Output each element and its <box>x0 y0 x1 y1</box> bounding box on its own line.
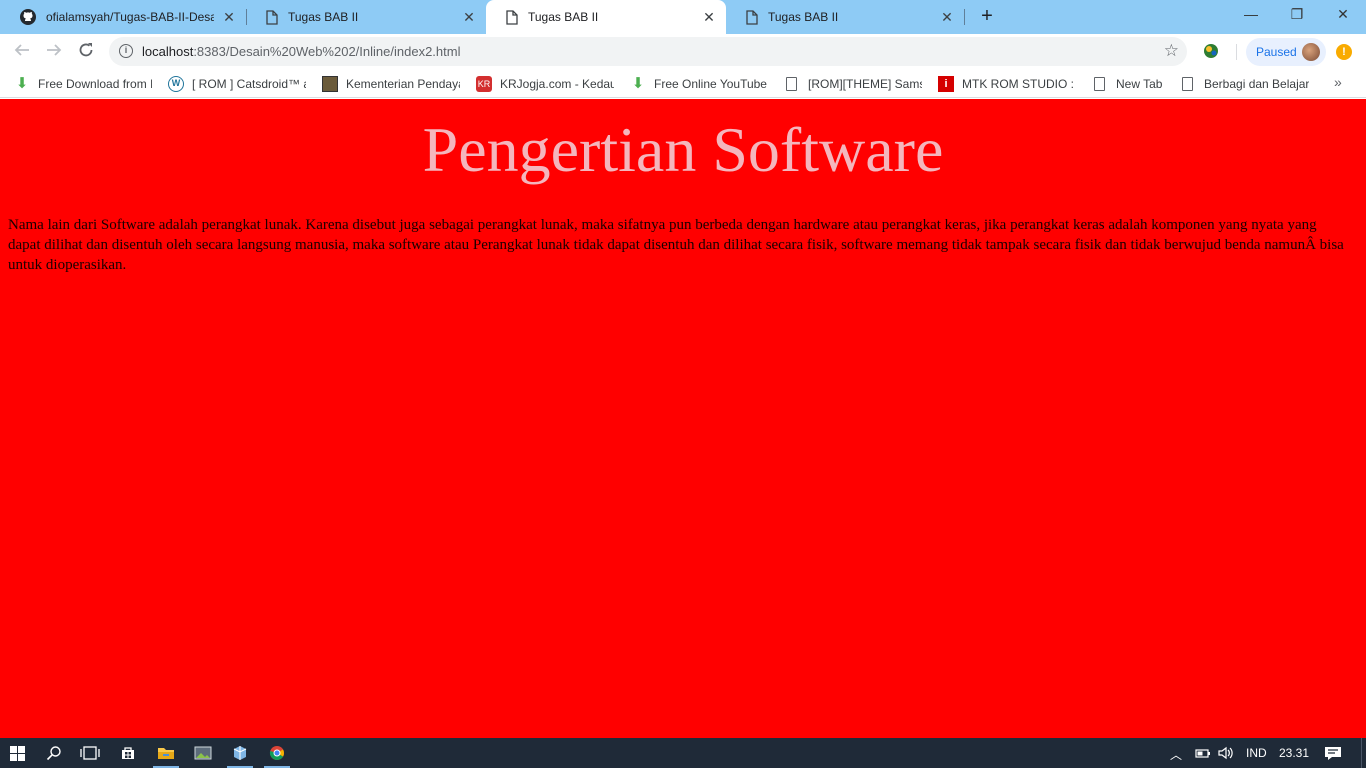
page-icon <box>1094 77 1105 91</box>
taskbar: ︿ IND 23.31 <box>0 738 1366 768</box>
photo-app-icon <box>194 746 212 760</box>
bookmark-label: New Tab <box>1116 77 1163 91</box>
tab-title: Tugas BAB II <box>528 10 599 24</box>
notification-center-icon[interactable] <box>1324 746 1342 761</box>
clock[interactable]: 23.31 <box>1279 746 1309 760</box>
restore-button[interactable]: ❐ <box>1274 0 1320 30</box>
bookmark-item[interactable]: W [ ROM ] Catsdroid™ a <box>168 76 306 92</box>
new-tab-button[interactable]: + <box>976 6 998 28</box>
task-view-icon <box>80 746 100 760</box>
star-icon[interactable]: ☆ <box>1164 41 1179 61</box>
forward-button[interactable] <box>42 40 66 64</box>
bookmark-label: MTK ROM STUDIO : C <box>962 77 1078 91</box>
reload-button[interactable] <box>74 40 98 64</box>
close-icon[interactable]: ✕ <box>222 10 236 24</box>
profile-button[interactable]: Paused <box>1246 38 1326 66</box>
url-path: :8383/Desain%20Web%202/Inline/index2.htm… <box>193 44 461 59</box>
url-host: localhost <box>142 44 194 59</box>
tab-title: Tugas BAB II <box>288 10 359 24</box>
bookmark-item[interactable]: Kementerian Pendaya <box>322 76 460 92</box>
download-icon: ⬇ <box>15 76 29 92</box>
page-viewport: Pengertian Software Nama lain dari Softw… <box>0 99 1366 738</box>
task-view-button[interactable] <box>72 738 108 768</box>
search-button[interactable] <box>36 738 72 768</box>
reload-icon <box>79 43 93 57</box>
show-desktop-button[interactable] <box>1361 738 1366 768</box>
mtk-icon: i <box>938 76 954 92</box>
tab-title: ofialamsyah/Tugas-BAB-II-Desain <box>46 10 214 24</box>
bookmark-item[interactable]: Berbagi dan Belajar <box>1180 76 1310 92</box>
input-language-indicator[interactable]: IND <box>1246 746 1267 760</box>
info-icon[interactable]: i <box>119 44 133 58</box>
page-icon <box>746 9 758 25</box>
url-text[interactable]: localhost:8383/Desain%20Web%202/Inline/i… <box>142 44 460 59</box>
bookmark-label: Free Download from I <box>38 77 152 91</box>
minimize-button[interactable]: — <box>1228 0 1274 30</box>
address-bar[interactable]: i localhost:8383/Desain%20Web%202/Inline… <box>109 37 1187 66</box>
tab-tugas-bab-2-active[interactable]: Tugas BAB II ✕ <box>486 0 726 34</box>
bookmark-label: Kementerian Pendaya <box>346 77 460 91</box>
store-icon <box>122 747 134 759</box>
battery-icon[interactable] <box>1195 747 1211 759</box>
krjogja-icon: KR <box>476 76 492 92</box>
bookmarks-overflow-button[interactable]: » <box>1334 74 1342 90</box>
virtualbox-button[interactable] <box>222 738 258 768</box>
close-icon[interactable]: ✕ <box>940 10 954 24</box>
bookmark-item[interactable]: ⬇ Free Online YouTube <box>630 76 768 92</box>
page-icon <box>506 9 518 25</box>
bookmark-label: Free Online YouTube <box>654 77 767 91</box>
tab-github[interactable]: ofialamsyah/Tugas-BAB-II-Desain ✕ <box>0 0 246 34</box>
page-icon <box>266 9 278 25</box>
browser-toolbar: i localhost:8383/Desain%20Web%202/Inline… <box>0 34 1366 70</box>
bookmark-label: [ROM][THEME] Sams <box>808 77 922 91</box>
arrow-left-icon <box>14 44 29 56</box>
wordpress-icon: W <box>168 76 184 92</box>
file-explorer-button[interactable] <box>148 738 184 768</box>
tab-tugas-bab-2-a[interactable]: Tugas BAB II ✕ <box>246 0 486 34</box>
bookmarks-bar: ⬇ Free Download from I W [ ROM ] Catsdroid… <box>0 70 1366 98</box>
windows-logo-icon <box>10 746 25 761</box>
toolbar-divider <box>1236 44 1237 60</box>
page-icon <box>786 77 797 91</box>
store-button[interactable] <box>110 738 146 768</box>
bookmark-item[interactable]: ⬇ Free Download from I <box>14 76 152 92</box>
tab-title: Tugas BAB II <box>768 10 839 24</box>
close-window-button[interactable]: ✕ <box>1320 0 1366 30</box>
chrome-menu-alert-icon[interactable]: ! <box>1336 44 1352 60</box>
volume-icon[interactable] <box>1217 745 1235 761</box>
tab-tugas-bab-2-b[interactable]: Tugas BAB II ✕ <box>726 0 964 34</box>
bookmark-item[interactable]: New Tab <box>1092 76 1168 92</box>
virtualbox-icon <box>233 746 247 760</box>
photo-app-button[interactable] <box>185 738 221 768</box>
file-explorer-icon <box>158 748 174 759</box>
github-icon <box>20 9 36 25</box>
download-icon: ⬇ <box>631 76 645 92</box>
close-icon[interactable]: ✕ <box>702 10 716 24</box>
start-button[interactable] <box>0 738 36 768</box>
bookmark-item[interactable]: KR KRJogja.com - Kedau <box>476 76 614 92</box>
chevron-up-icon[interactable]: ︿ <box>1170 746 1182 763</box>
search-icon <box>46 746 61 761</box>
back-button[interactable] <box>10 40 34 64</box>
page-paragraph: Nama lain dari Software adalah perangkat… <box>8 217 1344 273</box>
chrome-icon <box>269 746 285 761</box>
arrow-right-icon <box>47 44 62 56</box>
government-emblem-icon <box>322 76 338 92</box>
chrome-button[interactable] <box>259 738 295 768</box>
sync-status-label: Paused <box>1256 45 1297 59</box>
bookmark-label: KRJogja.com - Kedau <box>500 77 614 91</box>
bookmark-label: Berbagi dan Belajar <box>1204 77 1310 91</box>
tab-strip: ofialamsyah/Tugas-BAB-II-Desain ✕ Tugas … <box>0 0 1366 34</box>
bookmark-label: [ ROM ] Catsdroid™ a <box>192 77 306 91</box>
tab-divider <box>964 9 965 25</box>
close-icon[interactable]: ✕ <box>462 10 476 24</box>
extension-icon[interactable] <box>1201 41 1221 61</box>
avatar <box>1302 43 1320 61</box>
bookmark-item[interactable]: i MTK ROM STUDIO : C <box>938 76 1078 92</box>
page-heading: Pengertian Software <box>422 114 944 185</box>
page-icon <box>1182 77 1193 91</box>
bookmark-item[interactable]: [ROM][THEME] Sams <box>784 76 922 92</box>
